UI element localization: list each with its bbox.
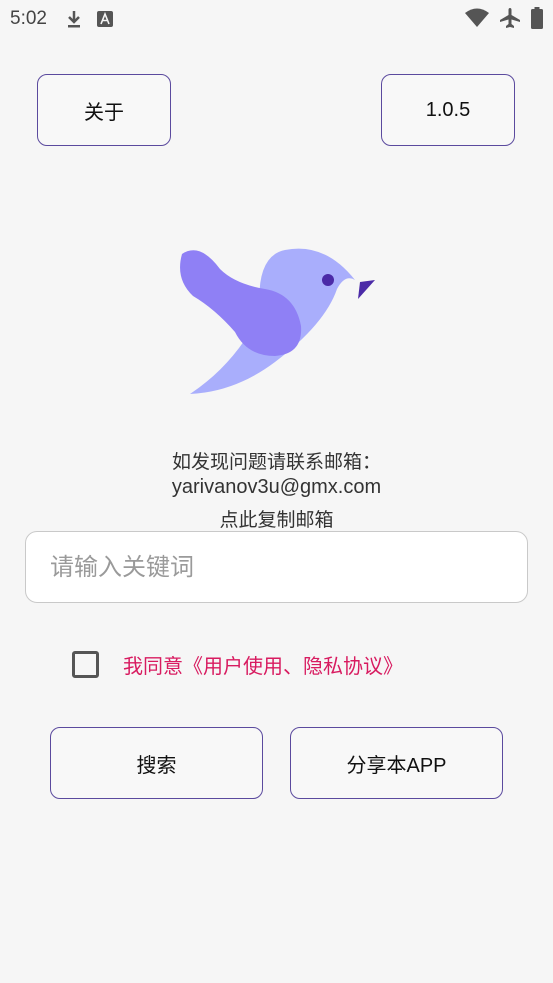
- search-button[interactable]: 搜索: [50, 727, 263, 799]
- airplane-icon: [500, 8, 520, 28]
- agreement-row: 我同意《用户使用、隐私协议》: [72, 650, 403, 679]
- status-time: 5:02: [10, 8, 47, 29]
- wifi-icon: [465, 8, 489, 27]
- contact-prompt: 如发现问题请联系邮箱：: [171, 451, 381, 473]
- contact-email[interactable]: yarivanov3u@gmx.com: [0, 476, 553, 499]
- bird-logo-icon: [180, 248, 375, 394]
- agreement-checkbox[interactable]: [72, 651, 99, 678]
- download-icon: [67, 11, 80, 28]
- agreement-link[interactable]: 我同意《用户使用、隐私协议》: [123, 650, 403, 679]
- search-input[interactable]: [50, 553, 527, 581]
- version-button[interactable]: 1.0.5: [381, 74, 515, 146]
- battery-icon: [531, 7, 543, 29]
- a-icon: [96, 11, 113, 27]
- search-box[interactable]: [25, 531, 528, 603]
- status-bar: 5:02: [0, 0, 553, 38]
- share-app-button[interactable]: 分享本APP: [290, 727, 503, 799]
- about-button[interactable]: 关于: [37, 74, 171, 146]
- copy-email-link[interactable]: 点此复制邮箱: [0, 505, 553, 532]
